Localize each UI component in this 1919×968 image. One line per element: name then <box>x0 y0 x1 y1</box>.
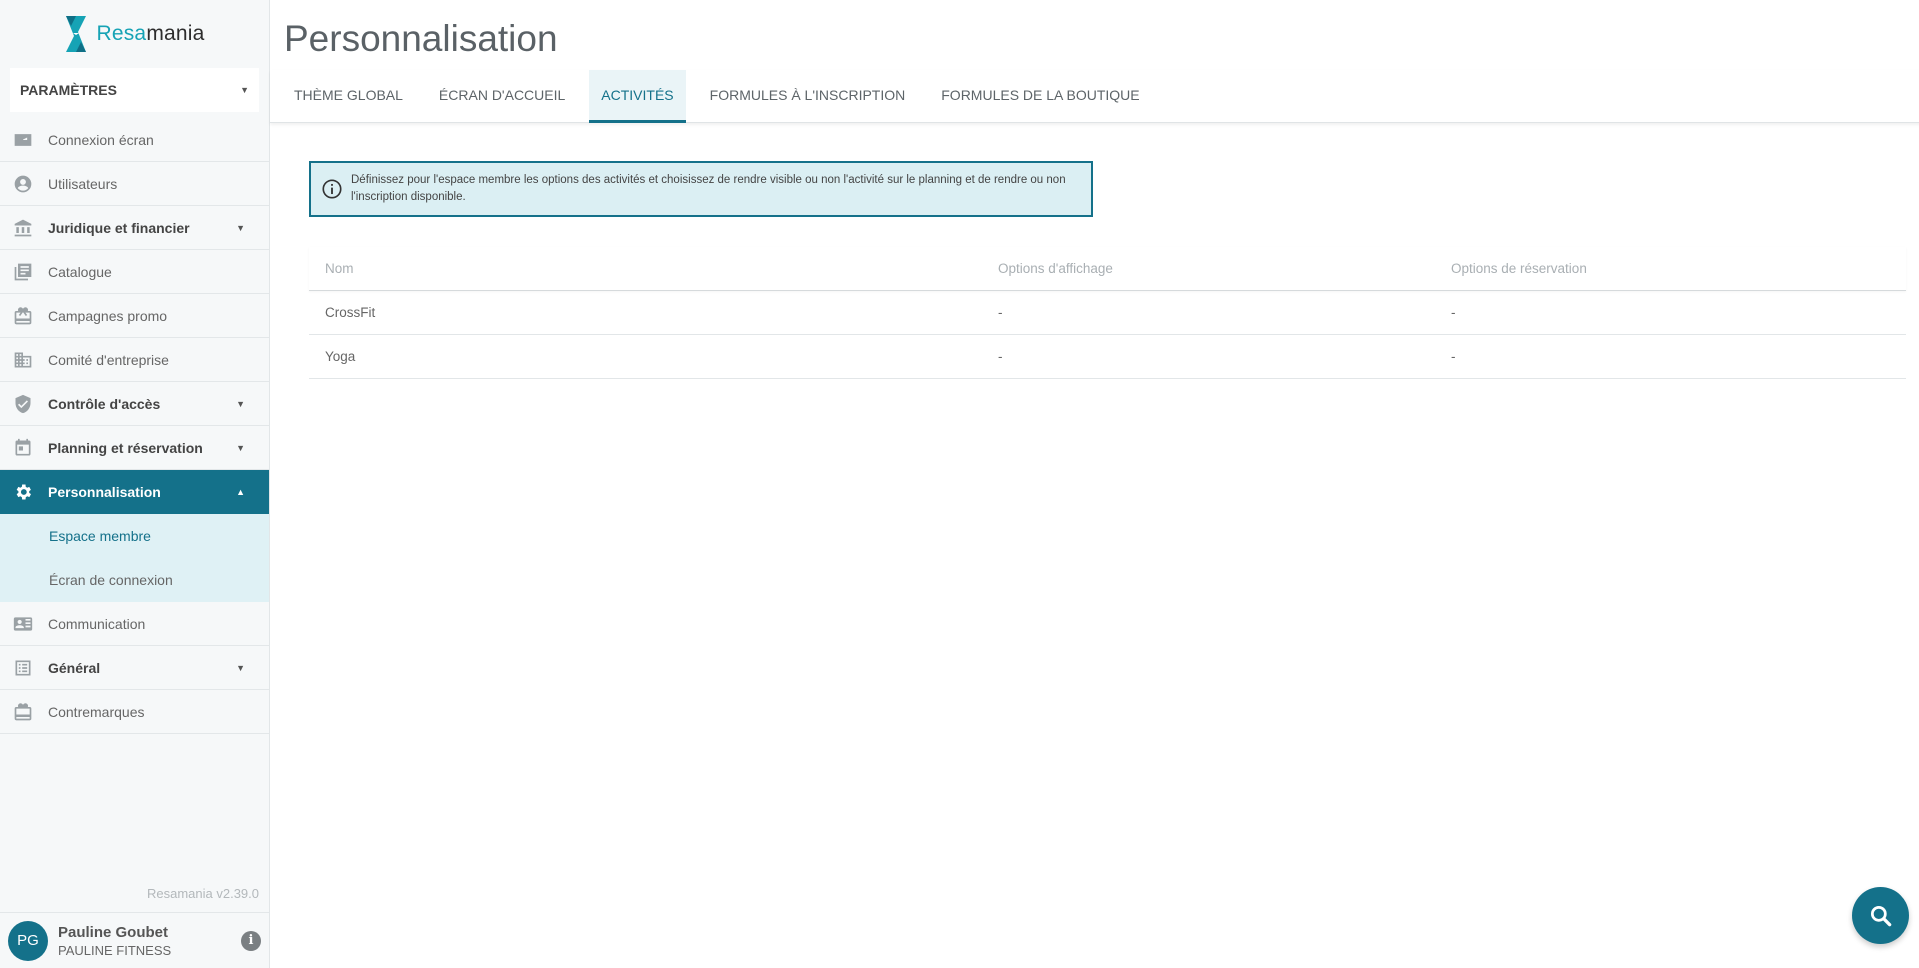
sidebar-item-label: Personnalisation <box>48 484 161 500</box>
sidebar-item-label: Juridique et financier <box>48 219 190 236</box>
sidebar: Resamania PARAMÈTRES ▼ Connexion écran U… <box>0 0 270 968</box>
gift-icon <box>12 305 34 327</box>
user-bar: PG Pauline Goubet PAULINE FITNESS i <box>0 912 269 968</box>
sidebar-item-personnalisation[interactable]: Personnalisation ▲ <box>0 470 269 514</box>
activities-table: Nom Options d'affichage Options de réser… <box>309 247 1906 379</box>
brand-name: Resamania <box>96 22 205 45</box>
tab-bar: THÈME GLOBAL ÉCRAN D'ACCUEIL ACTIVITÉS F… <box>270 70 1919 123</box>
column-header-nom[interactable]: Nom <box>325 261 998 276</box>
table-row[interactable]: CrossFit - - <box>309 291 1906 335</box>
column-header-options-reservation[interactable]: Options de réservation <box>1451 261 1906 276</box>
sidebar-item-label: Campagnes promo <box>48 307 168 324</box>
sidebar-item-label: Contrôle d'accès <box>48 395 161 412</box>
resamania-logo-icon <box>66 16 87 52</box>
info-icon[interactable]: i <box>241 930 261 951</box>
sidebar-item-utilisateurs[interactable]: Utilisateurs <box>0 162 269 206</box>
chevron-down-icon: ▼ <box>236 442 245 453</box>
tab-content: Définissez pour l'espace membre les opti… <box>270 123 1919 379</box>
chevron-down-icon: ▼ <box>236 398 245 409</box>
sidebar-item-controle-acces[interactable]: Contrôle d'accès ▼ <box>0 382 269 426</box>
app-version: Resamania v2.39.0 <box>146 886 259 901</box>
sidebar-item-communication[interactable]: Communication <box>0 602 269 646</box>
cell-options-affichage: - <box>998 305 1003 320</box>
gear-icon <box>12 481 34 503</box>
sidebar-item-label: Contremarques <box>48 703 145 720</box>
user-name: Pauline Goubet <box>58 923 169 941</box>
sidebar-item-label: Catalogue <box>48 263 112 280</box>
sidebar-subnav-personnalisation: Espace membre Écran de connexion <box>0 514 269 602</box>
sidebar-subitem-ecran-connexion[interactable]: Écran de connexion <box>0 558 269 602</box>
contact-card-icon <box>12 613 34 635</box>
user-circle-icon <box>12 173 34 195</box>
logo[interactable]: Resamania <box>0 0 269 68</box>
chevron-up-icon: ▲ <box>236 487 245 497</box>
tab-theme-global[interactable]: THÈME GLOBAL <box>282 70 415 123</box>
notice-text: Définissez pour l'espace membre les opti… <box>351 174 1066 203</box>
sidebar-item-general[interactable]: Général ▼ <box>0 646 269 690</box>
chevron-down-icon: ▼ <box>240 85 249 95</box>
tab-ecran-accueil[interactable]: ÉCRAN D'ACCUEIL <box>427 70 577 123</box>
ticket-icon <box>12 701 34 723</box>
screen-login-icon <box>12 129 34 151</box>
chevron-down-icon: ▼ <box>236 662 245 673</box>
settings-dropdown[interactable]: PARAMÈTRES ▼ <box>10 68 259 112</box>
user-info: Pauline Goubet PAULINE FITNESS <box>58 924 241 958</box>
tab-activites[interactable]: ACTIVITÉS <box>589 70 686 123</box>
info-notice: Définissez pour l'espace membre les opti… <box>309 161 1093 217</box>
cell-options-reservation: - <box>1451 349 1456 364</box>
sidebar-item-contremarques[interactable]: Contremarques <box>0 690 269 734</box>
cell-nom: Yoga <box>325 349 356 364</box>
sidebar-item-label: Comité d'entreprise <box>48 351 169 368</box>
sidebar-item-connexion-ecran[interactable]: Connexion écran <box>0 118 269 162</box>
search-icon <box>1870 905 1891 926</box>
cell-options-affichage: - <box>998 349 1003 364</box>
sidebar-item-planning[interactable]: Planning et réservation ▼ <box>0 426 269 470</box>
sidebar-nav-bottom: Communication Général ▼ Contremarques <box>0 602 269 734</box>
sidebar-subitem-espace-membre[interactable]: Espace membre <box>0 514 269 558</box>
shield-check-icon <box>12 393 34 415</box>
info-circle-icon <box>322 179 342 199</box>
sidebar-item-label: Planning et réservation <box>48 439 203 456</box>
sidebar-item-label: Utilisateurs <box>48 175 118 192</box>
column-header-options-affichage[interactable]: Options d'affichage <box>998 261 1451 276</box>
catalog-icon <box>12 261 34 283</box>
main-content: Personnalisation THÈME GLOBAL ÉCRAN D'AC… <box>270 0 1919 968</box>
avatar[interactable]: PG <box>8 920 48 961</box>
sidebar-item-juridique[interactable]: Juridique et financier ▼ <box>0 206 269 250</box>
user-org: PAULINE FITNESS <box>58 942 172 958</box>
cell-nom: CrossFit <box>325 305 376 320</box>
app: Resamania PARAMÈTRES ▼ Connexion écran U… <box>0 0 1919 968</box>
building-icon <box>12 349 34 371</box>
bank-icon <box>12 217 34 239</box>
tab-formules-inscription[interactable]: FORMULES À L'INSCRIPTION <box>698 70 918 123</box>
sidebar-item-catalogue[interactable]: Catalogue <box>0 250 269 294</box>
sidebar-item-comite-entreprise[interactable]: Comité d'entreprise <box>0 338 269 382</box>
sidebar-item-label: Connexion écran <box>48 131 154 148</box>
sidebar-item-label: Communication <box>48 615 146 632</box>
calendar-icon <box>12 437 34 459</box>
chevron-down-icon: ▼ <box>236 222 245 233</box>
search-fab-button[interactable] <box>1852 887 1909 944</box>
page-title: Personnalisation <box>284 18 558 59</box>
table-row[interactable]: Yoga - - <box>309 335 1906 379</box>
list-icon <box>12 657 34 679</box>
sidebar-item-label: Général <box>48 659 101 676</box>
sidebar-nav: Connexion écran Utilisateurs Juridique e… <box>0 118 269 514</box>
sidebar-item-campagnes-promo[interactable]: Campagnes promo <box>0 294 269 338</box>
table-header: Nom Options d'affichage Options de réser… <box>309 247 1906 291</box>
cell-options-reservation: - <box>1451 305 1456 320</box>
tab-formules-boutique[interactable]: FORMULES DE LA BOUTIQUE <box>929 70 1151 123</box>
settings-dropdown-value: PARAMÈTRES <box>20 82 117 98</box>
